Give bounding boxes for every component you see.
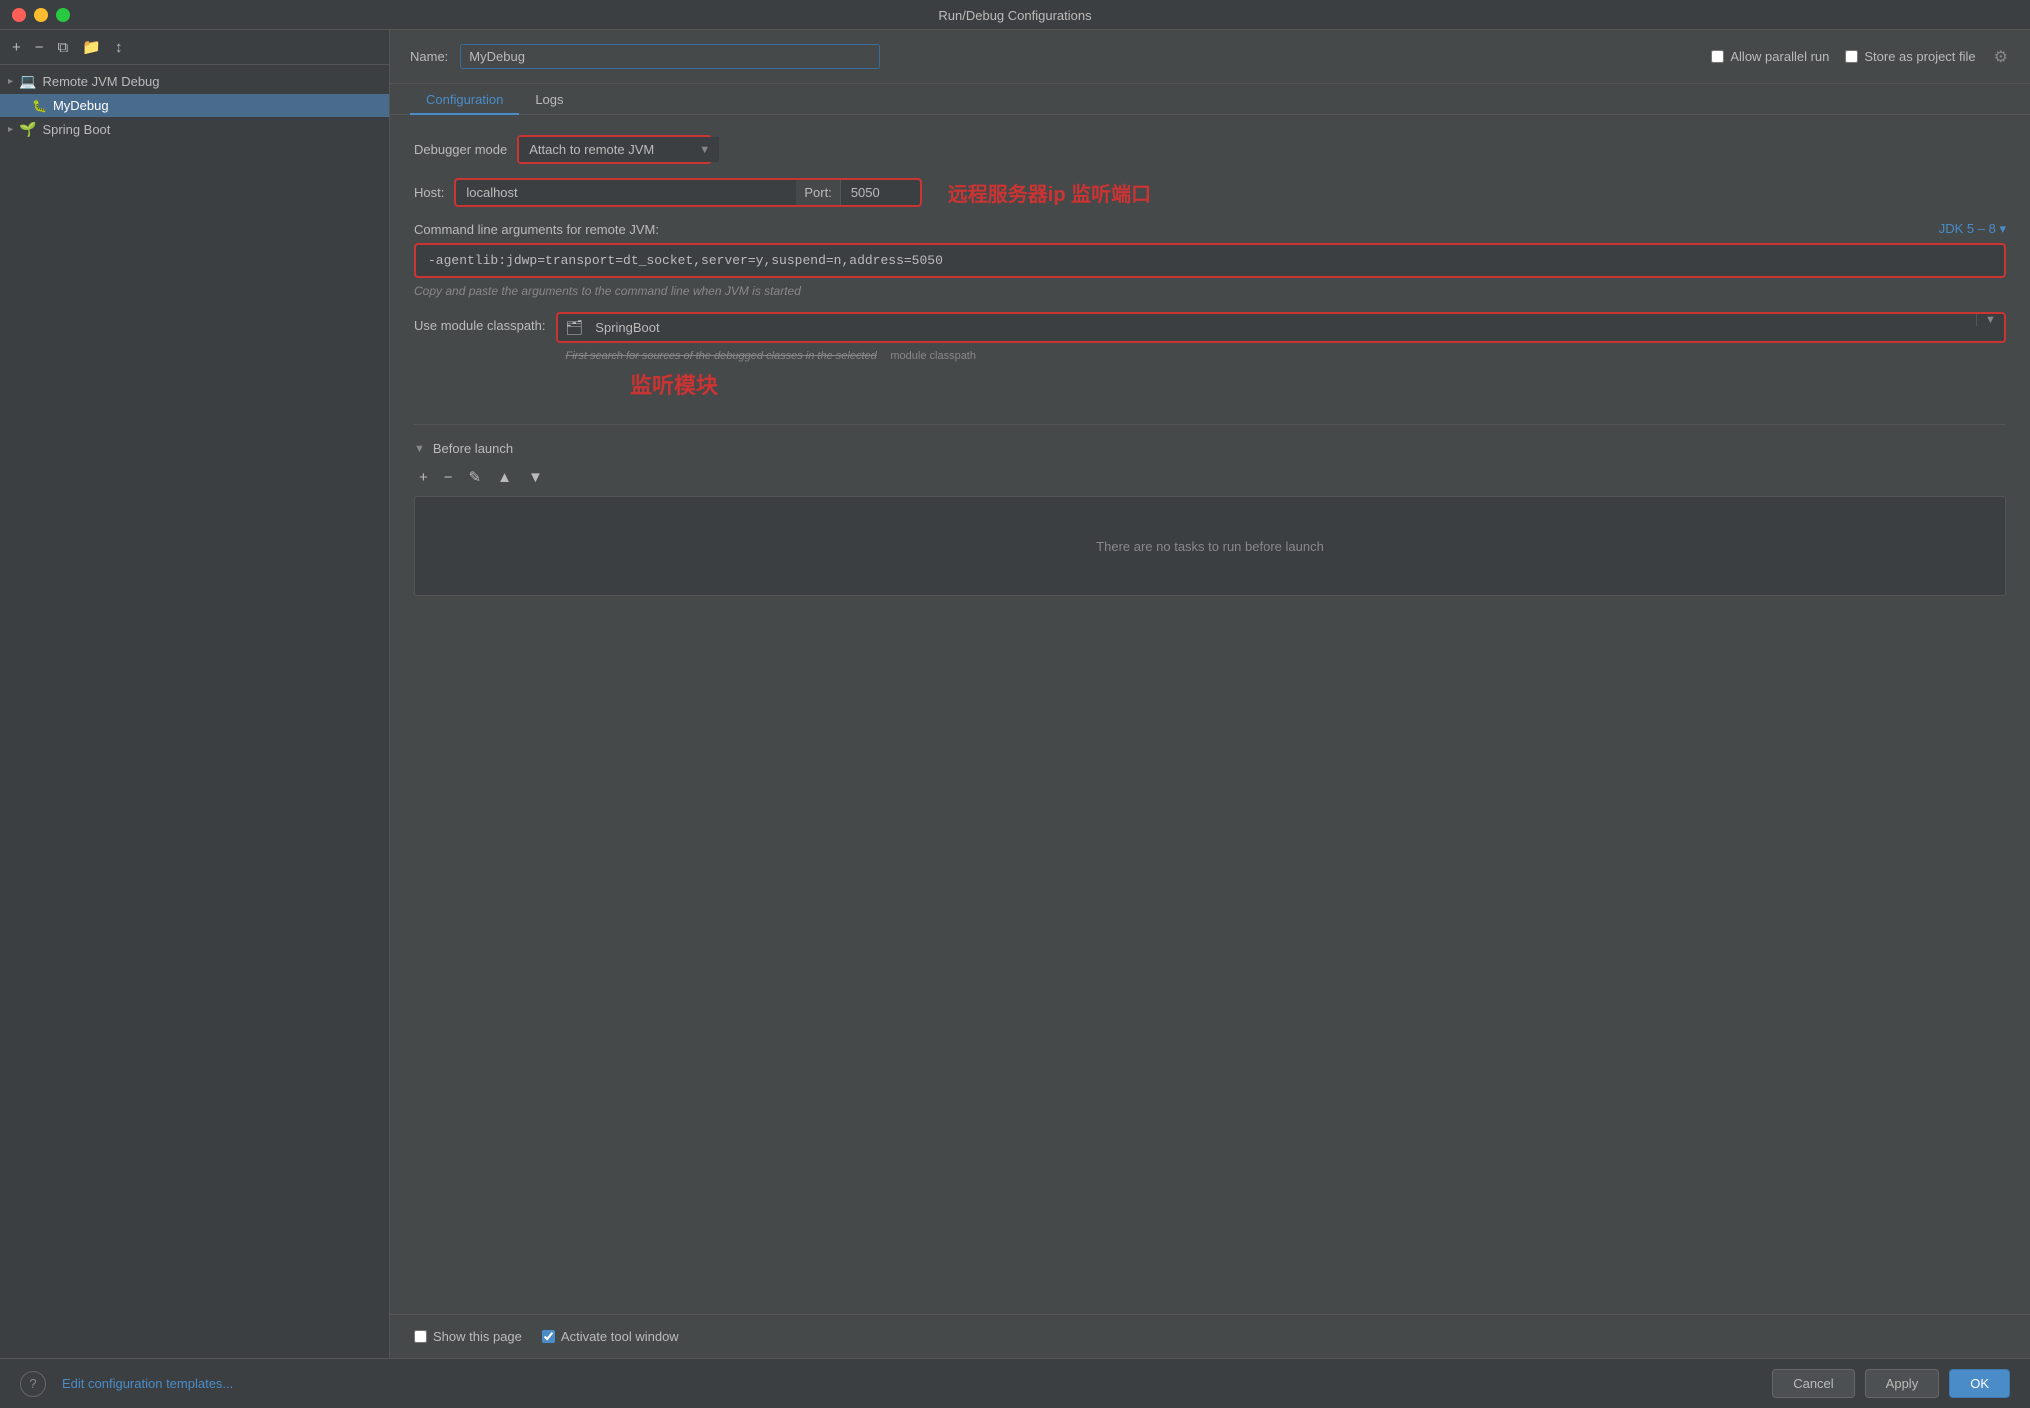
remove-config-button[interactable]: − [31, 37, 48, 58]
cmd-header: Command line arguments for remote JVM: J… [414, 221, 2006, 237]
cmd-section: Command line arguments for remote JVM: J… [414, 221, 2006, 298]
sidebar-toolbar: + − ⧉ 📁 ↕ [0, 30, 389, 65]
folder-button[interactable]: 📁 [78, 36, 105, 58]
module-annotation-wrapper: 监听模块 [614, 368, 2006, 400]
module-hints: First search for sources of the debugged… [556, 347, 2006, 362]
ok-button[interactable]: OK [1949, 1369, 2010, 1398]
jdk-link[interactable]: JDK 5 – 8 ▾ [1939, 221, 2006, 237]
allow-parallel-run-row: Allow parallel run [1711, 49, 1829, 64]
tab-logs[interactable]: Logs [519, 84, 579, 115]
dialog-title: Run/Debug Configurations [938, 8, 1091, 23]
store-as-project-row: Store as project file [1845, 49, 1975, 64]
footer-right: Cancel Apply OK [1772, 1369, 2010, 1398]
before-launch-title: Before launch [433, 441, 513, 456]
gear-button[interactable]: ⚙ [1992, 45, 2010, 69]
sidebar-tree: ▸ 💻 Remote JVM Debug 🐛 MyDebug ▸ 🌱 Sprin… [0, 65, 389, 1358]
sort-button[interactable]: ↕ [111, 37, 127, 58]
help-button[interactable]: ? [20, 1371, 46, 1397]
name-label: Name: [410, 49, 448, 64]
module-folder-icon: 🗂 [558, 319, 592, 336]
cmd-hint: Copy and paste the arguments to the comm… [414, 284, 2006, 298]
tree-group-spring-label: Spring Boot [42, 122, 110, 137]
store-project-label[interactable]: Store as project file [1864, 49, 1975, 64]
show-page-label[interactable]: Show this page [433, 1329, 522, 1344]
name-row: Name: Allow parallel run Store as projec… [390, 30, 2030, 84]
cmd-input-wrapper [414, 243, 2006, 278]
module-row: Use module classpath: 🗂 SpringBoot ▼ Fir… [414, 312, 2006, 362]
apply-button[interactable]: Apply [1865, 1369, 1940, 1398]
host-label: Host: [414, 185, 444, 200]
port-label: Port: [796, 185, 839, 200]
tree-group-spring-boot[interactable]: ▸ 🌱 Spring Boot [0, 117, 389, 142]
main-layout: + − ⧉ 📁 ↕ ▸ 💻 Remote JVM Debug 🐛 MyDebug… [0, 30, 2030, 1358]
activate-tool-window-row: Activate tool window [542, 1329, 679, 1344]
remote-jvm-icon: 💻 [19, 73, 36, 90]
host-port-wrapper: Port: [454, 178, 921, 207]
module-dropdown-arrow[interactable]: ▼ [1976, 314, 2004, 326]
debugger-mode-label: Debugger mode [414, 142, 507, 157]
mydebug-icon: 🐛 [32, 99, 47, 113]
maximize-button[interactable] [56, 8, 70, 22]
module-select-wrapper: 🗂 SpringBoot ▼ [556, 312, 2006, 343]
edit-templates-link[interactable]: Edit configuration templates... [62, 1376, 233, 1391]
close-button[interactable] [12, 8, 26, 22]
store-project-checkbox[interactable] [1845, 50, 1858, 63]
module-annotation: 监听模块 [630, 373, 718, 398]
tree-group-label: Remote JVM Debug [42, 74, 159, 89]
before-launch-collapse-arrow[interactable]: ▼ [414, 443, 425, 455]
config-panel: Name: Allow parallel run Store as projec… [390, 30, 2030, 1358]
activate-tool-window-label[interactable]: Activate tool window [561, 1329, 679, 1344]
show-page-row: Show this page [414, 1329, 522, 1344]
module-select[interactable]: SpringBoot [591, 314, 1976, 341]
module-label: Use module classpath: [414, 312, 546, 333]
module-hint-plain: module classpath [890, 350, 976, 362]
before-launch-toolbar: + − ✎ ▲ ▼ [414, 466, 2006, 488]
cmd-label: Command line arguments for remote JVM: [414, 222, 659, 237]
sidebar: + − ⧉ 📁 ↕ ▸ 💻 Remote JVM Debug 🐛 MyDebug… [0, 30, 390, 1358]
cancel-button[interactable]: Cancel [1772, 1369, 1854, 1398]
allow-parallel-checkbox[interactable] [1711, 50, 1724, 63]
before-launch-empty-message: There are no tasks to run before launch [1096, 539, 1324, 554]
tab-configuration[interactable]: Configuration [410, 84, 519, 115]
tree-item-mydebug[interactable]: 🐛 MyDebug [0, 94, 389, 117]
tree-item-mydebug-label: MyDebug [53, 98, 109, 113]
remote-annotation: 远程服务器ip 监听端口 [948, 178, 1151, 207]
name-input[interactable] [460, 44, 880, 69]
debugger-mode-select[interactable]: Attach to remote JVM Listen to remote JV… [519, 137, 719, 162]
before-launch-add-button[interactable]: + [414, 466, 433, 488]
debugger-mode-dropdown-wrapper: Attach to remote JVM Listen to remote JV… [517, 135, 712, 164]
port-input[interactable] [840, 180, 920, 205]
before-launch-header: ▼ Before launch [414, 441, 2006, 456]
tree-group-spring-arrow: ▸ [8, 124, 13, 135]
debugger-mode-row: Debugger mode Attach to remote JVM Liste… [414, 135, 2006, 164]
tree-group-arrow: ▸ [8, 76, 13, 87]
activate-tool-window-checkbox[interactable] [542, 1330, 555, 1343]
before-launch-empty: There are no tasks to run before launch [414, 496, 2006, 596]
footer: ? Edit configuration templates... Cancel… [0, 1358, 2030, 1408]
title-bar: Run/Debug Configurations [0, 0, 2030, 30]
copy-config-button[interactable]: ⧉ [54, 37, 73, 58]
tree-group-remote-jvm[interactable]: ▸ 💻 Remote JVM Debug [0, 69, 389, 94]
before-launch-remove-button[interactable]: − [439, 466, 458, 488]
bottom-checks: Show this page Activate tool window [390, 1314, 2030, 1358]
tabs-bar: Configuration Logs [390, 84, 2030, 115]
host-input[interactable] [456, 180, 796, 205]
module-hint-strikethrough: First search for sources of the debugged… [566, 350, 877, 362]
footer-left: ? Edit configuration templates... [20, 1371, 233, 1397]
before-launch-down-button[interactable]: ▼ [523, 466, 548, 488]
spring-boot-icon: 🌱 [19, 121, 36, 138]
host-port-row: Host: Port: 远程服务器ip 监听端口 [414, 178, 2006, 207]
name-row-right: Allow parallel run Store as project file… [1711, 45, 2010, 69]
add-config-button[interactable]: + [8, 37, 25, 58]
minimize-button[interactable] [34, 8, 48, 22]
before-launch-edit-button[interactable]: ✎ [464, 466, 487, 488]
window-controls [12, 8, 70, 22]
show-page-checkbox[interactable] [414, 1330, 427, 1343]
before-launch-section: ▼ Before launch + − ✎ ▲ ▼ There are no t… [414, 424, 2006, 596]
content-area: Debugger mode Attach to remote JVM Liste… [390, 115, 2030, 1314]
allow-parallel-label[interactable]: Allow parallel run [1730, 49, 1829, 64]
cmd-input[interactable] [416, 245, 2004, 276]
before-launch-up-button[interactable]: ▲ [492, 466, 517, 488]
